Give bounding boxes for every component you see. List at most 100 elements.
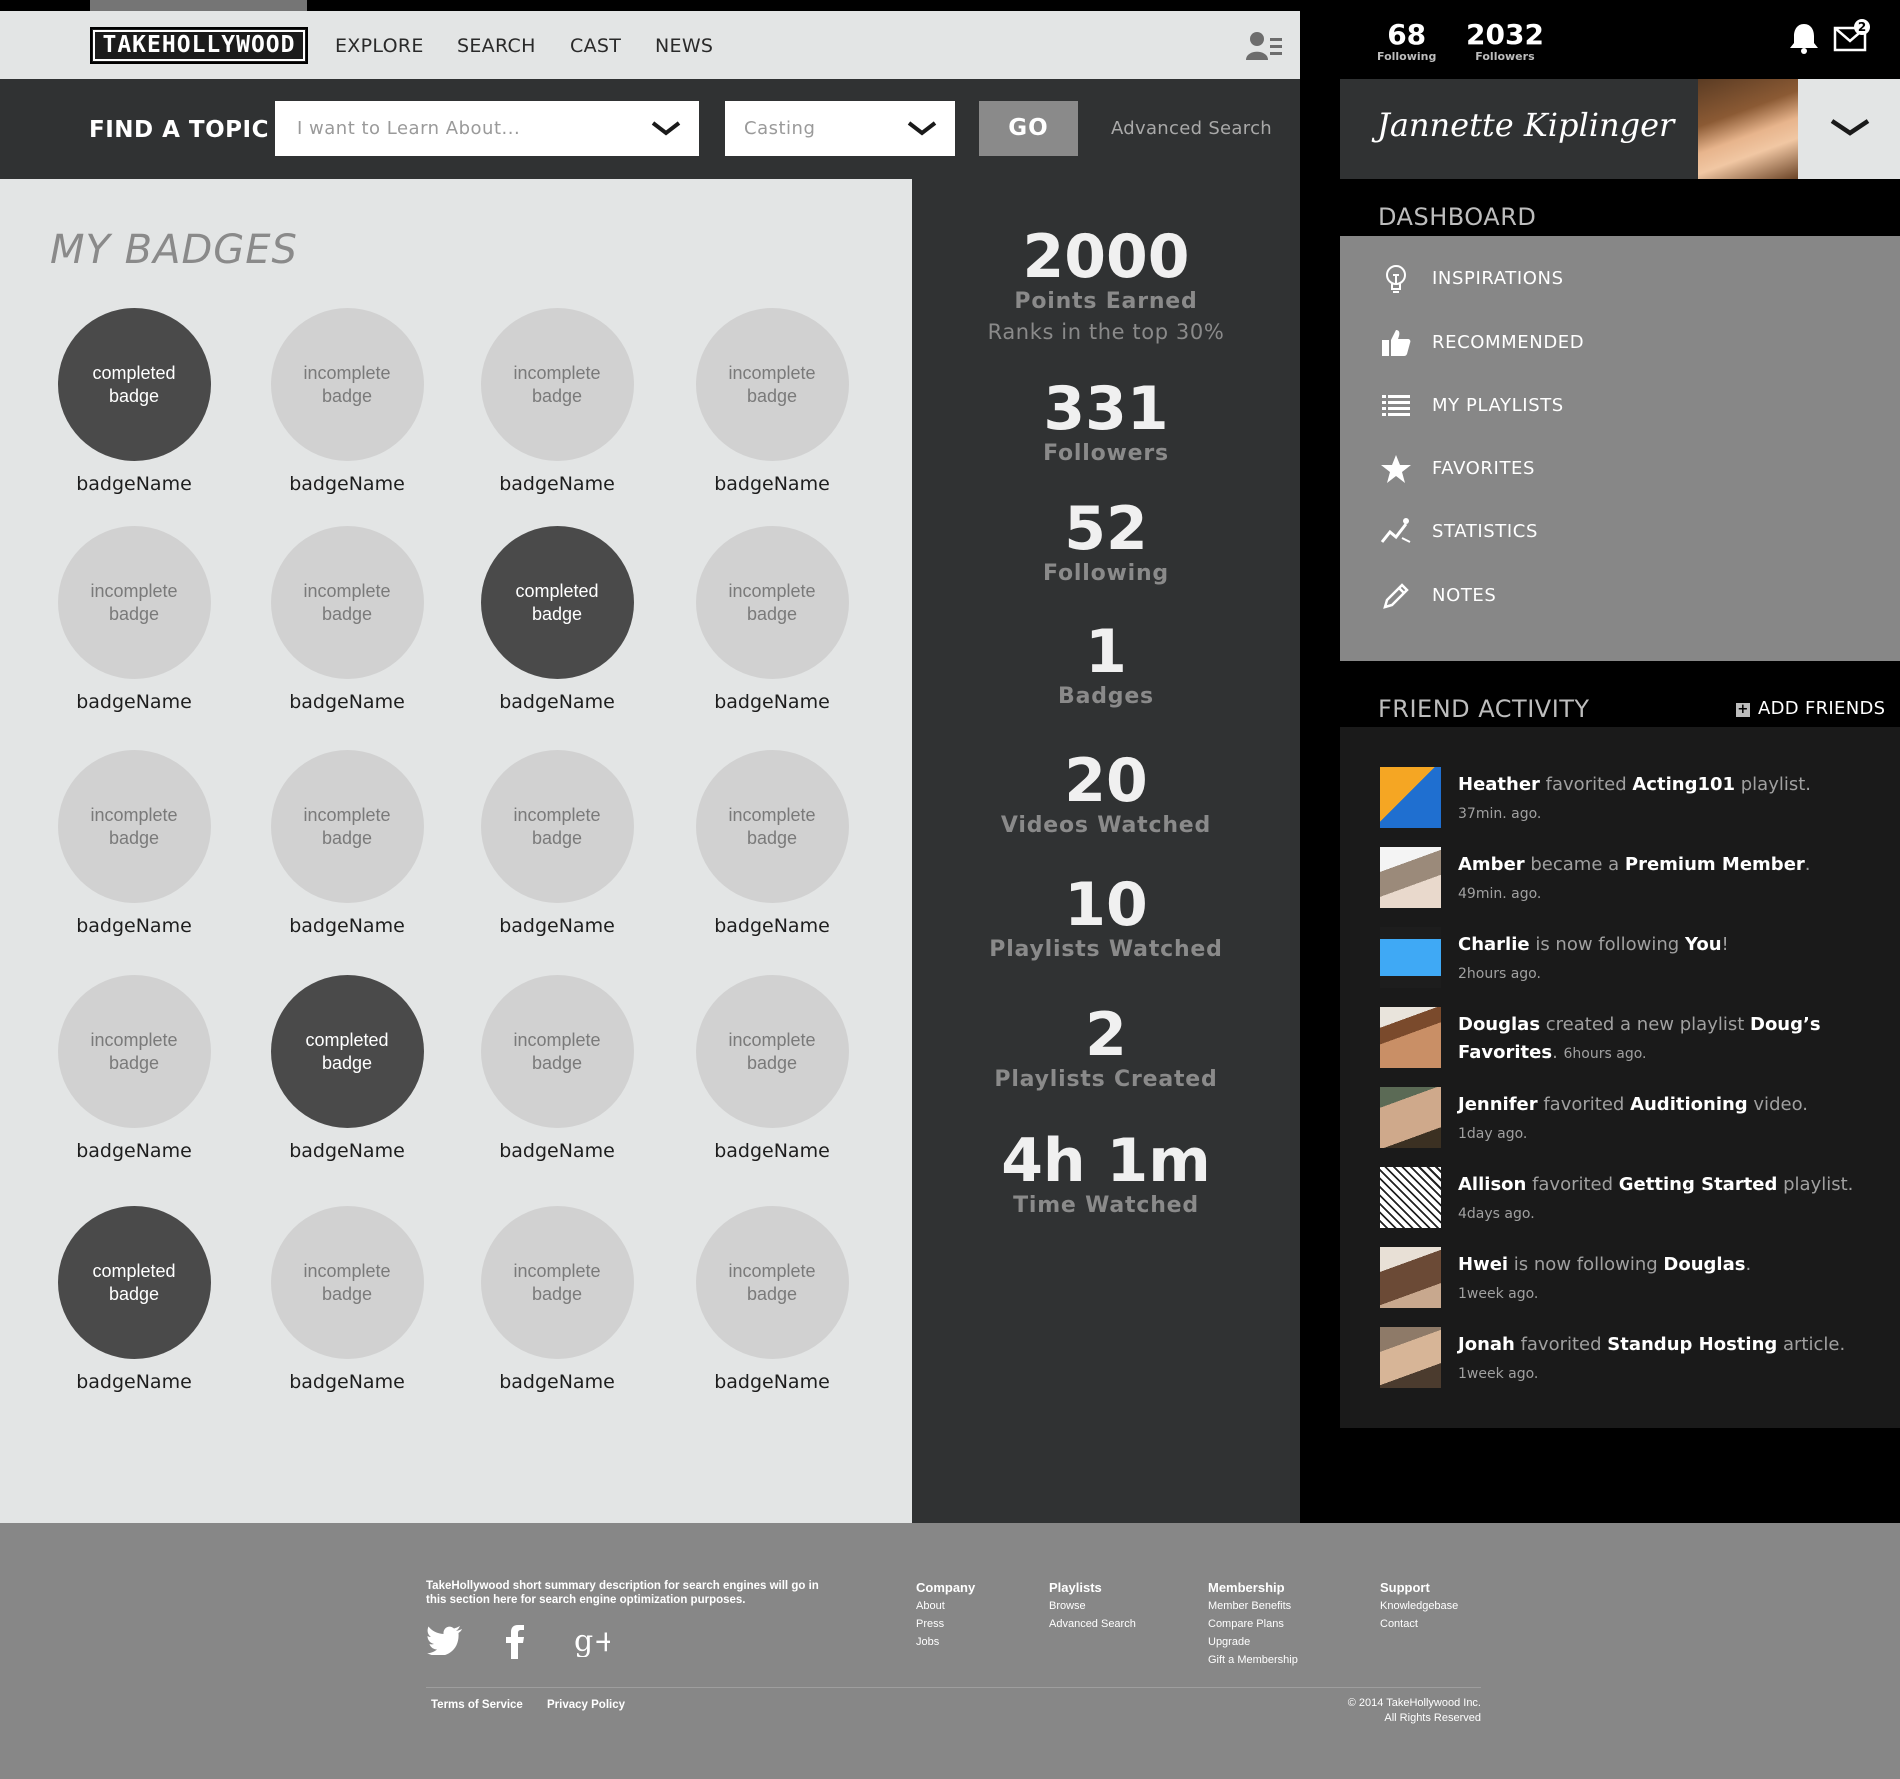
category-dropdown[interactable]: Casting [725,101,955,156]
stat-block: 4h 1m Time Watched [912,1131,1300,1218]
badge-card[interactable]: incomplete badge badgeName [665,1206,879,1393]
badge-card[interactable]: incomplete badge badgeName [240,750,454,937]
badge-card[interactable]: incomplete badge badgeName [450,308,664,495]
footer-link[interactable]: About [916,1597,975,1615]
footer-link[interactable]: Compare Plans [1208,1615,1298,1633]
avatar[interactable] [1380,767,1441,828]
footer-link[interactable]: Gift a Membership [1208,1651,1298,1669]
dashboard-item-notes[interactable]: NOTES [1340,571,1900,621]
nav-news[interactable]: NEWS [655,35,713,57]
facebook-icon[interactable] [505,1625,525,1659]
footer-link[interactable]: Upgrade [1208,1633,1298,1651]
dashboard-item-favorites[interactable]: FAVORITES [1340,444,1900,494]
nav-search[interactable]: SEARCH [457,35,536,57]
avatar[interactable] [1380,1327,1441,1388]
avatar[interactable] [1380,1087,1441,1148]
activity-verb: became a [1524,854,1625,875]
badge-card[interactable]: incomplete badge badgeName [240,526,454,713]
footer-column-heading: Membership [1208,1580,1285,1595]
activity-object[interactable]: Douglas [1663,1254,1745,1275]
badge-card[interactable]: incomplete badge badgeName [665,975,879,1162]
profile-menu-toggle[interactable] [1798,79,1900,179]
footer-link[interactable]: Jobs [916,1633,975,1651]
activity-user[interactable]: Jonah [1458,1334,1515,1355]
avatar[interactable] [1380,847,1441,908]
badge-card[interactable]: incomplete badge badgeName [665,526,879,713]
activity-object[interactable]: You [1685,934,1722,955]
topic-search-bar: FIND A TOPIC I want to Learn About... Ca… [0,79,1300,179]
privacy-link[interactable]: Privacy Policy [547,1699,625,1711]
avatar[interactable] [1380,1247,1441,1308]
friend-activity-feed: Heather favorited Acting101 playlist. 37m… [1340,727,1900,1428]
activity-object[interactable]: Getting Started [1619,1174,1778,1195]
followers-count[interactable]: 2032 Followers [1466,20,1544,64]
badge-card[interactable]: incomplete badge badgeName [665,308,879,495]
badge-card[interactable]: incomplete badge badgeName [27,526,241,713]
mail-icon[interactable]: 2 [1833,18,1871,54]
badge-card[interactable]: completed badge badgeName [27,1206,241,1393]
google-plus-icon[interactable]: g+ [574,1625,610,1657]
terms-link[interactable]: Terms of Service [431,1699,523,1711]
activity-user[interactable]: Amber [1458,854,1525,875]
badge-card[interactable]: completed badge badgeName [240,975,454,1162]
advanced-search-link[interactable]: Advanced Search [1111,118,1272,139]
footer-link[interactable]: Member Benefits [1208,1597,1298,1615]
footer-link[interactable]: Advanced Search [1049,1615,1136,1633]
nav-cast[interactable]: CAST [570,35,621,57]
badge-incomplete: incomplete badge [695,975,849,1128]
activity-object[interactable]: Auditioning [1630,1094,1748,1115]
dashboard-title: DASHBOARD [1378,203,1537,231]
activity-user[interactable]: Charlie [1458,934,1530,955]
avatar[interactable] [1380,1007,1441,1068]
footer-column-heading: Playlists [1049,1580,1102,1595]
activity-user[interactable]: Douglas [1458,1014,1540,1035]
badge-card[interactable]: incomplete badge badgeName [450,1206,664,1393]
badge-card[interactable]: incomplete badge badgeName [240,308,454,495]
user-menu-icon[interactable] [1246,30,1282,62]
stat-value: 10 [1064,870,1148,940]
activity-object[interactable]: Acting101 [1632,774,1735,795]
topic-dropdown[interactable]: I want to Learn About... [275,101,699,156]
activity-user[interactable]: Jennifer [1458,1094,1538,1115]
following-count[interactable]: 68 Following [1377,20,1436,64]
dashboard-item-my-playlists[interactable]: MY PLAYLISTS [1340,381,1900,431]
footer-link[interactable]: Contact [1380,1615,1458,1633]
badge-name: badgeName [289,473,405,495]
copyright: © 2014 TakeHollywood Inc. All Rights Res… [1240,1696,1481,1726]
activity-user[interactable]: Heather [1458,774,1540,795]
dashboard-item-statistics[interactable]: STATISTICS [1340,507,1900,557]
stat-value: 20 [1064,746,1148,816]
avatar[interactable] [1380,927,1441,988]
dashboard-item-inspirations[interactable]: INSPIRATIONS [1340,254,1900,304]
dashboard-item-recommended[interactable]: RECOMMENDED [1340,318,1900,368]
activity-object[interactable]: Premium Member [1625,854,1805,875]
badge-card[interactable]: incomplete badge badgeName [27,750,241,937]
stat-block: 10 Playlists Watched [912,875,1300,962]
activity-user[interactable]: Allison [1458,1174,1526,1195]
nav-explore[interactable]: EXPLORE [335,35,424,57]
badge-card[interactable]: completed badge badgeName [450,526,664,713]
footer: TakeHollywood short summary description … [0,1523,1900,1779]
top-nav: TAKEHOLLYWOOD EXPLORE SEARCH CAST NEWS [0,0,1300,79]
dashboard-item-label: NOTES [1432,585,1497,606]
activity-user[interactable]: Hwei [1458,1254,1508,1275]
profile-name[interactable]: Jannette Kiplinger [1377,106,1674,144]
badge-card[interactable]: incomplete badge badgeName [665,750,879,937]
avatar[interactable] [1380,1167,1441,1228]
go-button[interactable]: GO [979,101,1078,156]
footer-link[interactable]: Knowledgebase [1380,1597,1458,1615]
footer-link[interactable]: Browse [1049,1597,1136,1615]
badge-name: badgeName [499,473,615,495]
footer-link[interactable]: Press [916,1615,975,1633]
bell-icon[interactable] [1789,22,1819,54]
add-friends-button[interactable]: + ADD FRIENDS [1736,698,1885,719]
badge-card[interactable]: incomplete badge badgeName [240,1206,454,1393]
badge-card[interactable]: incomplete badge badgeName [450,750,664,937]
badge-card[interactable]: incomplete badge badgeName [27,975,241,1162]
twitter-icon[interactable] [427,1625,463,1655]
badge-card[interactable]: incomplete badge badgeName [450,975,664,1162]
badge-card[interactable]: completed badge badgeName [27,308,241,495]
site-logo[interactable]: TAKEHOLLYWOOD [90,27,308,64]
activity-object[interactable]: Standup Hosting [1607,1334,1777,1355]
avatar[interactable] [1698,79,1798,179]
